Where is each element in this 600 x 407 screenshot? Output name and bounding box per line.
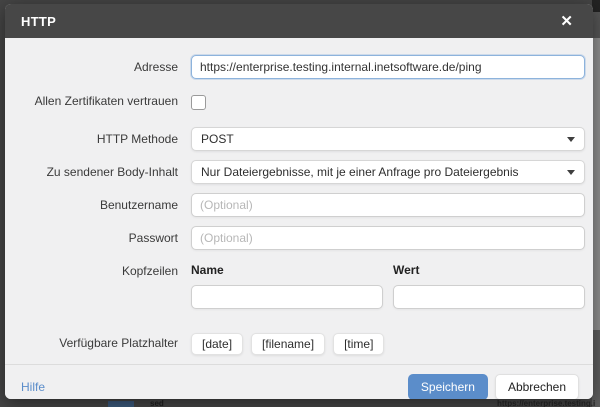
http-method-value: POST [201, 132, 234, 146]
save-button[interactable]: Speichern [408, 374, 488, 400]
backdrop-page-edge [592, 0, 600, 407]
chevron-down-icon [567, 170, 575, 175]
backdrop-fragment-blue-cell [108, 401, 134, 407]
adresse-label: Adresse [17, 55, 191, 79]
body-content-value: Nur Dateiergebnisse, mit je einer Anfrag… [201, 165, 519, 179]
row-body-content: Zu sendener Body-Inhalt Nur Dateiergebni… [17, 160, 585, 184]
placeholder-filename-button[interactable]: [filename] [251, 333, 325, 355]
adresse-input[interactable] [191, 55, 585, 79]
headers-value-column-label: Wert [393, 263, 585, 277]
http-method-select[interactable]: POST [191, 127, 585, 151]
row-headers: Kopfzeilen Name Wert [17, 263, 585, 309]
header-value-input[interactable] [393, 285, 585, 309]
headers-label: Kopfzeilen [17, 263, 191, 278]
password-label: Passwort [17, 226, 191, 250]
help-link[interactable]: Hilfe [21, 380, 45, 394]
username-input[interactable] [191, 193, 585, 217]
row-password: Passwort [17, 226, 585, 250]
trust-certs-label: Allen Zertifikaten vertrauen [17, 91, 191, 111]
row-placeholders: Verfügbare Platzhalter [date] [filename]… [17, 333, 585, 355]
row-trust-certs: Allen Zertifikaten vertrauen [17, 91, 585, 115]
row-username: Benutzername [17, 193, 585, 217]
dialog-footer: Hilfe Speichern Abbrechen [5, 364, 593, 399]
placeholders-label: Verfügbare Platzhalter [17, 333, 191, 353]
body-content-label: Zu sendener Body-Inhalt [17, 160, 191, 184]
close-icon[interactable]: ✕ [556, 12, 577, 31]
password-input[interactable] [191, 226, 585, 250]
dialog-body: Adresse Allen Zertifikaten vertrauen HTT… [5, 38, 593, 364]
chevron-down-icon [567, 137, 575, 142]
dialog-title: HTTP [21, 14, 56, 29]
username-label: Benutzername [17, 193, 191, 217]
body-content-select[interactable]: Nur Dateiergebnisse, mit je einer Anfrag… [191, 160, 585, 184]
dialog-header: HTTP ✕ [5, 4, 593, 38]
placeholder-time-button[interactable]: [time] [333, 333, 384, 355]
row-http-method: HTTP Methode POST [17, 127, 585, 151]
backdrop-fragment-text: sed [150, 400, 210, 407]
backdrop-fragment-url: https://enterprise.testing.i [497, 400, 597, 407]
header-name-input[interactable] [191, 285, 383, 309]
http-method-label: HTTP Methode [17, 127, 191, 151]
row-adresse: Adresse [17, 55, 585, 79]
cancel-button[interactable]: Abbrechen [495, 374, 579, 400]
http-settings-dialog: HTTP ✕ Adresse Allen Zertifikaten vertra… [5, 4, 593, 399]
trust-certs-checkbox[interactable] [191, 95, 206, 110]
placeholder-date-button[interactable]: [date] [191, 333, 243, 355]
headers-name-column-label: Name [191, 263, 383, 277]
